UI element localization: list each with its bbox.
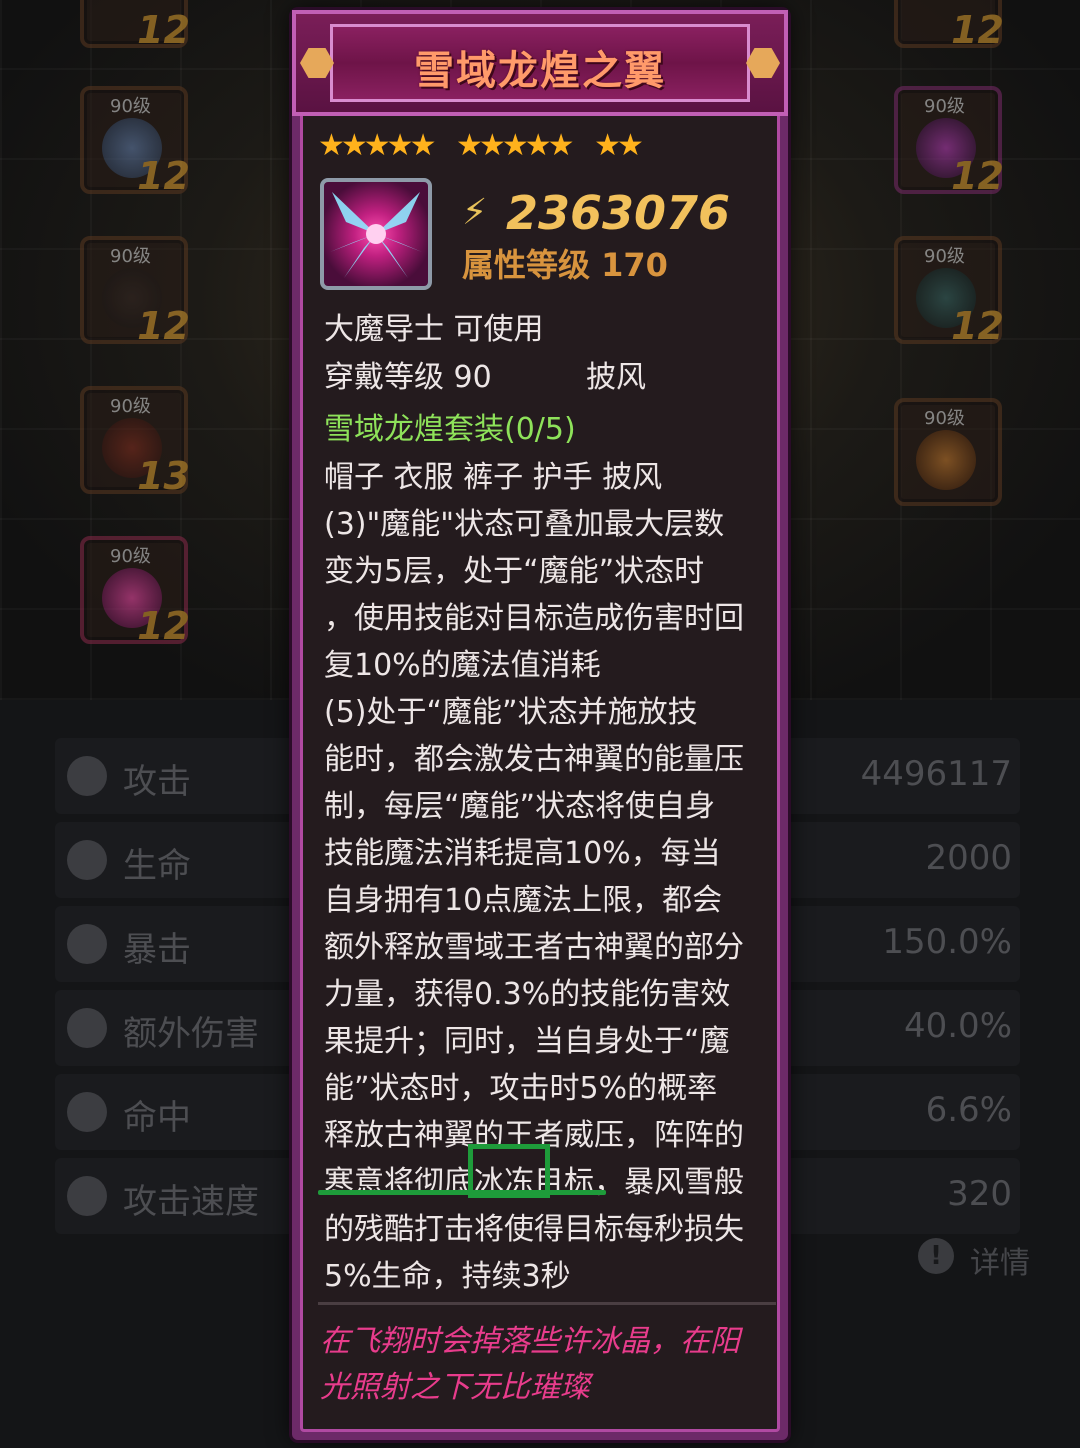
wear-level: 穿戴等级 90 bbox=[324, 360, 492, 395]
effect-line: 额外释放雪域王者古神翼的部分 bbox=[324, 930, 744, 965]
effect-line: 复10%的魔法值消耗 bbox=[324, 648, 601, 683]
effect-line: ，使用技能对目标造成伤害时回 bbox=[324, 601, 744, 636]
slot-count: 12 bbox=[137, 304, 190, 348]
slot-level: 90级 bbox=[110, 96, 151, 117]
effect-line: 5%生命，持续3秒 bbox=[324, 1259, 571, 1294]
effect-line: (3)"魔能"状态可叠加最大层数 bbox=[324, 507, 725, 542]
slot-level: 90级 bbox=[924, 96, 965, 117]
star-group-1: ★★★★★ bbox=[318, 128, 437, 163]
item-title: 雪域龙煌之翼 bbox=[414, 48, 666, 94]
equip-slot-left-2[interactable]: 90级 12 bbox=[80, 236, 190, 348]
emblem-icon bbox=[916, 430, 976, 490]
slot-level: 90级 bbox=[110, 396, 151, 417]
effect-line: 的残酷打击将使得目标每秒损失 bbox=[324, 1212, 744, 1247]
effect-line: (5)处于“魔能”状态并施放技 bbox=[324, 695, 698, 730]
effect-line: 制，每层“魔能”状态将使自身 bbox=[324, 789, 716, 824]
info-icon: ! bbox=[918, 1238, 954, 1274]
item-score: 2363076 bbox=[506, 186, 731, 240]
equip-slot-right-3[interactable]: 90级 bbox=[894, 398, 1002, 506]
power-icon: ⚡ bbox=[462, 192, 488, 233]
equip-slot-left-3[interactable]: 90级 13 bbox=[80, 386, 190, 498]
annotation-highlight-box bbox=[468, 1144, 550, 1198]
effect-line: 果提升；同时，当自身处于“魔 bbox=[324, 1024, 730, 1059]
slot-count: 12 bbox=[137, 154, 190, 198]
effect-line: 能时，都会激发古神翼的能量压 bbox=[324, 742, 744, 777]
slot-level: 90级 bbox=[110, 546, 151, 567]
stat-value: 150.0% bbox=[882, 922, 1012, 962]
stat-label: 攻击 bbox=[123, 762, 191, 802]
sword-icon bbox=[67, 756, 107, 796]
stat-label: 攻击速度 bbox=[123, 1182, 259, 1222]
slot-count: 13 bbox=[137, 454, 190, 498]
set-pieces: 帽子 衣服 裤子 护手 披风 bbox=[324, 460, 663, 495]
slot-level: 90级 bbox=[924, 408, 965, 429]
stat-label: 暴击 bbox=[123, 930, 191, 970]
equip-slot-left-0[interactable]: 12 bbox=[80, 0, 190, 52]
equip-slot-left-1[interactable]: 90级 12 bbox=[80, 86, 190, 198]
stat-value: 4496117 bbox=[860, 754, 1012, 794]
equip-slot-left-4[interactable]: 90级 12 bbox=[80, 536, 190, 648]
annotation-underline bbox=[318, 1190, 606, 1195]
effect-line: 力量，获得0.3%的技能伤害效 bbox=[324, 977, 731, 1012]
effect-line: 自身拥有10点魔法上限，都会 bbox=[324, 883, 723, 918]
stat-label: 命中 bbox=[123, 1098, 191, 1138]
wings-item-icon bbox=[320, 178, 432, 290]
slot-count: 12 bbox=[951, 8, 1004, 52]
star-group-2: ★★★★★ bbox=[456, 128, 575, 163]
flavor-divider bbox=[318, 1302, 776, 1305]
star-rating: ★★★★★ ★★★★★ ★★ bbox=[318, 128, 658, 163]
slot-count: 12 bbox=[951, 154, 1004, 198]
stat-label: 额外伤害 bbox=[123, 1014, 259, 1054]
slot-type: 披风 bbox=[586, 360, 646, 395]
heart-icon bbox=[67, 840, 107, 880]
effect-line: 变为5层，处于“魔能”状态时 bbox=[324, 554, 705, 589]
effect-line: 技能魔法消耗提高10%，每当 bbox=[324, 836, 721, 871]
stat-value: 2000 bbox=[925, 838, 1012, 878]
slot-count: 12 bbox=[137, 8, 190, 52]
crit-icon bbox=[67, 924, 107, 964]
equip-slot-right-1[interactable]: 90级 12 bbox=[894, 86, 1004, 198]
details-label: 详情 bbox=[970, 1246, 1030, 1281]
flavor-text-line: 在飞翔时会掉落些许冰晶，在阳 bbox=[320, 1324, 740, 1359]
usable-class: 大魔导士 可使用 bbox=[324, 312, 544, 347]
star-group-3: ★★ bbox=[594, 128, 644, 163]
set-name: 雪域龙煌套装(0/5) bbox=[324, 412, 576, 447]
stat-value: 6.6% bbox=[925, 1090, 1012, 1130]
equip-slot-right-2[interactable]: 90级 12 bbox=[894, 236, 1004, 348]
speed-icon bbox=[67, 1176, 107, 1216]
slot-level: 90级 bbox=[924, 246, 965, 267]
equip-slot-right-0[interactable]: 12 bbox=[894, 0, 1004, 52]
attribute-level: 属性等级 170 bbox=[462, 246, 668, 284]
stat-label: 生命 bbox=[123, 846, 191, 886]
flavor-text-line: 光照射之下无比璀璨 bbox=[320, 1370, 590, 1405]
effect-line: 能”状态时，攻击时5%的概率 bbox=[324, 1071, 718, 1106]
slot-count: 12 bbox=[137, 604, 190, 648]
extra-damage-icon bbox=[67, 1008, 107, 1048]
stat-value: 40.0% bbox=[903, 1006, 1012, 1046]
stat-value: 320 bbox=[947, 1174, 1012, 1214]
target-icon bbox=[67, 1092, 107, 1132]
slot-level: 90级 bbox=[110, 246, 151, 267]
slot-count: 12 bbox=[951, 304, 1004, 348]
